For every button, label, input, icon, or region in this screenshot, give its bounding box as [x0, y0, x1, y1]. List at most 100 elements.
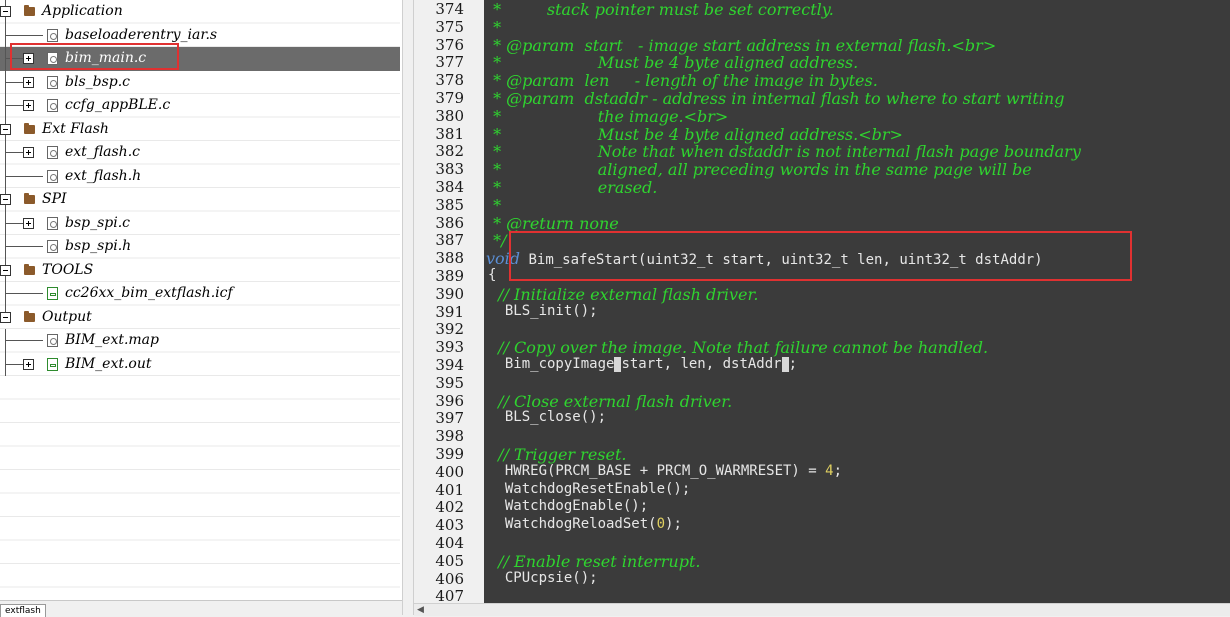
code-line[interactable]: */	[488, 231, 507, 251]
collapse-toggle-icon[interactable]	[0, 311, 11, 323]
code-line[interactable]: BLS_close();	[488, 409, 606, 427]
code-line[interactable]: // Close external flash driver.	[488, 392, 732, 411]
code-line[interactable]: HWREG(PRCM_BASE + PRCM_O_WARMRESET) = 4;	[488, 463, 842, 481]
line-number: 395	[435, 373, 464, 392]
code-line[interactable]: * Must be 4 byte aligned address.<br>	[488, 125, 903, 144]
tree-item-label: bls_bsp.c	[65, 73, 131, 90]
tree-folder-row[interactable]: TOOLS	[0, 259, 400, 283]
tree-item-label: bsp_spi.c	[65, 214, 131, 231]
code-line[interactable]: BLS_init();	[488, 303, 598, 321]
code-editor[interactable]: * stack pointer must be set correctly. *…	[484, 0, 1230, 603]
tree-item-label: ext_flash.h	[65, 167, 142, 184]
line-number: 393	[435, 338, 464, 357]
tree-file-row[interactable]: bsp_spi.h	[0, 235, 400, 259]
code-line[interactable]: // Enable reset interrupt.	[488, 551, 701, 571]
line-number: 378	[435, 71, 464, 90]
tree-file-row[interactable]: bsp_spi.c	[0, 211, 400, 235]
code-comment: * @return none	[488, 213, 619, 233]
tree-item-label: BIM_ext.out	[65, 355, 152, 372]
code-text: CPUcpsie();	[488, 569, 598, 586]
tree-file-row[interactable]: ext_flash.h	[0, 164, 400, 188]
code-line[interactable]: * stack pointer must be set correctly.	[488, 0, 834, 19]
tree-connector-line	[5, 105, 23, 106]
workspace-tab[interactable]: extflash	[0, 604, 46, 617]
tree-file-row[interactable]: BIM_ext.map	[0, 329, 400, 353]
code-line[interactable]: * @param start - image start address in …	[488, 36, 996, 55]
code-line[interactable]: * @return none	[488, 213, 619, 233]
code-text: HWREG(PRCM_BASE + PRCM_O_WARMRESET) =	[488, 462, 826, 479]
tree-folder-row[interactable]: Application	[0, 0, 400, 24]
scroll-left-arrow-icon[interactable]: ◀	[417, 605, 424, 615]
collapse-toggle-icon[interactable]	[0, 194, 11, 205]
folder-icon	[24, 310, 35, 322]
code-line[interactable]: * @param len - length of the image in by…	[488, 71, 878, 90]
line-number: 387	[435, 231, 464, 250]
tree-item-label: SPI	[42, 191, 67, 207]
line-number: 400	[435, 462, 464, 481]
tree-connector-line	[5, 175, 43, 177]
tree-folder-row[interactable]: SPI	[0, 188, 400, 212]
code-line[interactable]: * Must be 4 byte aligned address.	[488, 53, 858, 72]
tree-folder-row[interactable]: Output	[0, 306, 400, 330]
code-comment: *	[488, 195, 502, 215]
file-icon	[47, 240, 58, 253]
code-line[interactable]: *	[488, 195, 502, 215]
line-number: 388	[435, 249, 464, 268]
code-text: );	[665, 516, 682, 533]
code-line[interactable]: * @param dstaddr - address in internal f…	[488, 89, 1065, 108]
collapse-toggle-icon[interactable]	[0, 264, 11, 276]
folder-icon	[24, 122, 35, 134]
code-line[interactable]: WatchdogEnable();	[488, 498, 648, 516]
code-number: 0	[656, 516, 666, 533]
code-line[interactable]: WatchdogResetEnable();	[488, 481, 690, 499]
tree-file-row[interactable]: cc26xx_bim_extflash.icf	[0, 282, 400, 306]
pane-splitter[interactable]	[402, 0, 414, 615]
collapse-toggle-icon[interactable]	[0, 6, 11, 17]
code-line[interactable]: * aligned, all preceding words in the sa…	[488, 160, 1032, 179]
expand-toggle-icon[interactable]	[23, 147, 34, 158]
code-comment: * erased.	[488, 178, 658, 197]
code-number: 4	[825, 462, 834, 479]
expand-toggle-icon[interactable]	[23, 358, 34, 370]
line-number: 403	[435, 516, 464, 535]
tree-item-label: baseloaderentry_iar.s	[65, 26, 218, 43]
code-line[interactable]: CPUcpsie();	[488, 570, 598, 588]
code-line[interactable]: Bim_copyImage start, len, dstAddr;	[488, 356, 797, 374]
tree-file-row[interactable]: bls_bsp.c	[0, 70, 400, 94]
line-number: 389	[435, 267, 464, 285]
expand-toggle-icon[interactable]	[23, 217, 34, 229]
tree-file-row[interactable]: BIM_ext.out	[0, 352, 400, 376]
code-line[interactable]: *	[488, 18, 501, 37]
code-line[interactable]: // Trigger reset.	[488, 445, 627, 464]
code-line[interactable]: {	[488, 267, 496, 285]
code-line[interactable]: // Initialize external flash driver.	[488, 285, 758, 304]
tree-file-row[interactable]: ccfg_appBLE.c	[0, 94, 400, 118]
code-comment: * @param dstaddr - address in internal f…	[488, 89, 1065, 108]
line-number: 385	[435, 195, 464, 214]
code-comment: // Enable reset interrupt.	[488, 551, 701, 571]
tree-item-label: Application	[42, 3, 123, 19]
collapse-toggle-icon[interactable]	[0, 123, 11, 135]
code-comment: // Trigger reset.	[488, 445, 627, 464]
expand-toggle-icon[interactable]	[23, 76, 34, 88]
line-number: 386	[435, 213, 464, 232]
code-line[interactable]: // Copy over the image. Note that failur…	[488, 338, 988, 357]
code-line[interactable]: * erased.	[488, 178, 658, 197]
horizontal-scrollbar[interactable]: ◀	[414, 603, 1230, 616]
line-number: 401	[435, 480, 464, 499]
line-number: 383	[435, 160, 464, 179]
tree-file-row[interactable]: ext_flash.c	[0, 141, 400, 165]
file-icon	[47, 334, 58, 347]
code-line[interactable]: * Note that when dstaddr is not internal…	[488, 142, 1081, 161]
code-text: {	[488, 267, 497, 283]
line-number: 398	[435, 427, 464, 446]
code-comment: */	[488, 231, 507, 251]
code-line[interactable]: * the image.<br>	[488, 107, 728, 126]
tree-folder-row[interactable]: Ext Flash	[0, 118, 400, 142]
tree-item-label: TOOLS	[42, 261, 94, 278]
code-line[interactable]: WatchdogReloadSet(0);	[488, 516, 682, 534]
tree-connector-line	[5, 340, 43, 341]
expand-toggle-icon[interactable]	[23, 100, 34, 111]
line-number: 406	[435, 569, 464, 588]
line-number: 379	[435, 89, 464, 107]
